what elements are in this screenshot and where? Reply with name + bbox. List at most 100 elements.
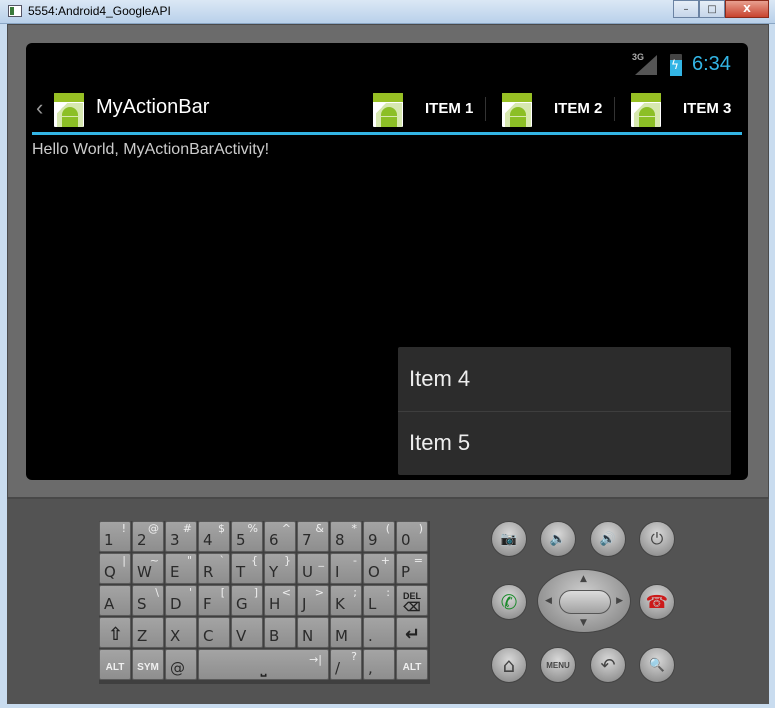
key-6[interactable]: 6^ [264, 521, 296, 552]
volume-down-icon: 🔈 [550, 532, 566, 547]
key-f[interactable]: F[ [198, 585, 230, 616]
key-x[interactable]: X [165, 617, 197, 648]
key-p[interactable]: P= [396, 553, 428, 584]
key-7[interactable]: 7& [297, 521, 329, 552]
key-label: @ [170, 659, 185, 677]
key-label: Y [269, 563, 278, 581]
key-label: 0 [401, 531, 411, 549]
key-h[interactable]: H< [264, 585, 296, 616]
key-w[interactable]: W~ [132, 553, 164, 584]
call-button[interactable]: ✆ [491, 584, 527, 620]
key-label: Q [104, 563, 116, 581]
action-item-label: ITEM 1 [425, 100, 473, 117]
key-label: SYM [133, 662, 163, 673]
key-k[interactable]: K; [330, 585, 362, 616]
key-.[interactable]: . [363, 617, 395, 648]
key-alt-label: > [315, 586, 324, 599]
menu-item-4[interactable]: Item 4 [398, 347, 731, 411]
dpad-center-button[interactable] [559, 590, 611, 614]
power-button[interactable]: ⏻ [639, 521, 675, 557]
key-enter[interactable]: ↵ [396, 617, 428, 648]
key-u[interactable]: U_ [297, 553, 329, 584]
key-shift[interactable]: ⇧ [99, 617, 131, 648]
dpad-up-icon[interactable]: ▲ [580, 574, 587, 584]
close-button[interactable]: X [725, 0, 769, 18]
dpad-left-icon[interactable]: ◀ [545, 596, 552, 606]
key-alt-label: ! [122, 522, 126, 535]
device-screen: 3G ϟ 6:34 ‹ MyActionBar ITEM 1 ITEM 2 [26, 43, 748, 480]
search-button[interactable]: 🔍 [639, 647, 675, 683]
dpad-down-icon[interactable]: ▼ [580, 618, 587, 628]
key-t[interactable]: T{ [231, 553, 263, 584]
action-item-3[interactable]: ITEM 3 [631, 83, 742, 135]
key-alt-label: * [352, 522, 358, 535]
key-alt-left[interactable]: ALT [99, 649, 131, 680]
key-alt-label: # [183, 522, 192, 535]
volume-down-button[interactable]: 🔈 [540, 521, 576, 557]
key-space[interactable]: ⎵→| [198, 649, 329, 680]
key-0[interactable]: 0) [396, 521, 428, 552]
phone-call-icon: ✆ [501, 590, 518, 614]
hardware-keyboard: 1!2@3#4$5%6^7&8*9(0)Q|W~E"R`T{Y}U_I-O+P=… [99, 521, 430, 684]
key-alt-label: : [386, 586, 390, 599]
key-s[interactable]: S\ [132, 585, 164, 616]
key-b[interactable]: B [264, 617, 296, 648]
menu-item-5[interactable]: Item 5 [398, 411, 731, 474]
action-item-1[interactable]: ITEM 1 [373, 83, 493, 135]
key-o[interactable]: O+ [363, 553, 395, 584]
key-5[interactable]: 5% [231, 521, 263, 552]
action-item-label: ITEM 2 [554, 100, 602, 117]
key-3[interactable]: 3# [165, 521, 197, 552]
dpad-right-icon[interactable]: ▶ [616, 596, 623, 606]
key-i[interactable]: I- [330, 553, 362, 584]
key-2[interactable]: 2@ [132, 521, 164, 552]
camera-button[interactable]: 📷 [491, 521, 527, 557]
key-n[interactable]: N [297, 617, 329, 648]
key-a[interactable]: A [99, 585, 131, 616]
key-label: E [170, 563, 179, 581]
key-g[interactable]: G] [231, 585, 263, 616]
end-call-button[interactable]: ☎ [639, 584, 675, 620]
key-sym[interactable]: SYM [132, 649, 164, 680]
key-y[interactable]: Y} [264, 553, 296, 584]
key-alt-label: ] [254, 586, 258, 599]
dpad[interactable]: ▲ ▼ ◀ ▶ [537, 569, 631, 633]
key-comma[interactable]: , [363, 649, 395, 680]
key-label: N [302, 627, 313, 645]
key-l[interactable]: L: [363, 585, 395, 616]
maximize-button[interactable]: □ [699, 0, 725, 18]
key-del[interactable]: DEL⌫ [396, 585, 428, 616]
key-at[interactable]: @ [165, 649, 197, 680]
key-d[interactable]: D' [165, 585, 197, 616]
key-4[interactable]: 4$ [198, 521, 230, 552]
key-alt-label: | [122, 554, 126, 567]
volume-up-icon: 🔊 [600, 532, 616, 547]
key-9[interactable]: 9( [363, 521, 395, 552]
key-8[interactable]: 8* [330, 521, 362, 552]
key-1[interactable]: 1! [99, 521, 131, 552]
key-j[interactable]: J> [297, 585, 329, 616]
up-navigation-icon[interactable]: ‹ [36, 95, 43, 121]
shift-icon: ⇧ [108, 624, 123, 645]
key-q[interactable]: Q| [99, 553, 131, 584]
key-label: T [236, 563, 245, 581]
home-button[interactable]: ⌂ [491, 647, 527, 683]
key-slash[interactable]: /? [330, 649, 362, 680]
menu-button[interactable]: MENU [540, 647, 576, 683]
action-item-2[interactable]: ITEM 2 [502, 83, 622, 135]
back-button[interactable]: ↶ [590, 647, 626, 683]
key-c[interactable]: C [198, 617, 230, 648]
key-alt-label: _ [319, 554, 325, 567]
key-v[interactable]: V [231, 617, 263, 648]
power-icon: ⏻ [651, 529, 664, 549]
android-icon [373, 93, 403, 127]
key-r[interactable]: R` [198, 553, 230, 584]
app-logo-icon[interactable] [54, 93, 84, 127]
key-alt-right[interactable]: ALT [396, 649, 428, 680]
key-m[interactable]: M [330, 617, 362, 648]
key-z[interactable]: Z [132, 617, 164, 648]
volume-up-button[interactable]: 🔊 [590, 521, 626, 557]
key-alt-label: < [282, 586, 291, 599]
minimize-button[interactable]: – [673, 0, 699, 18]
key-e[interactable]: E" [165, 553, 197, 584]
